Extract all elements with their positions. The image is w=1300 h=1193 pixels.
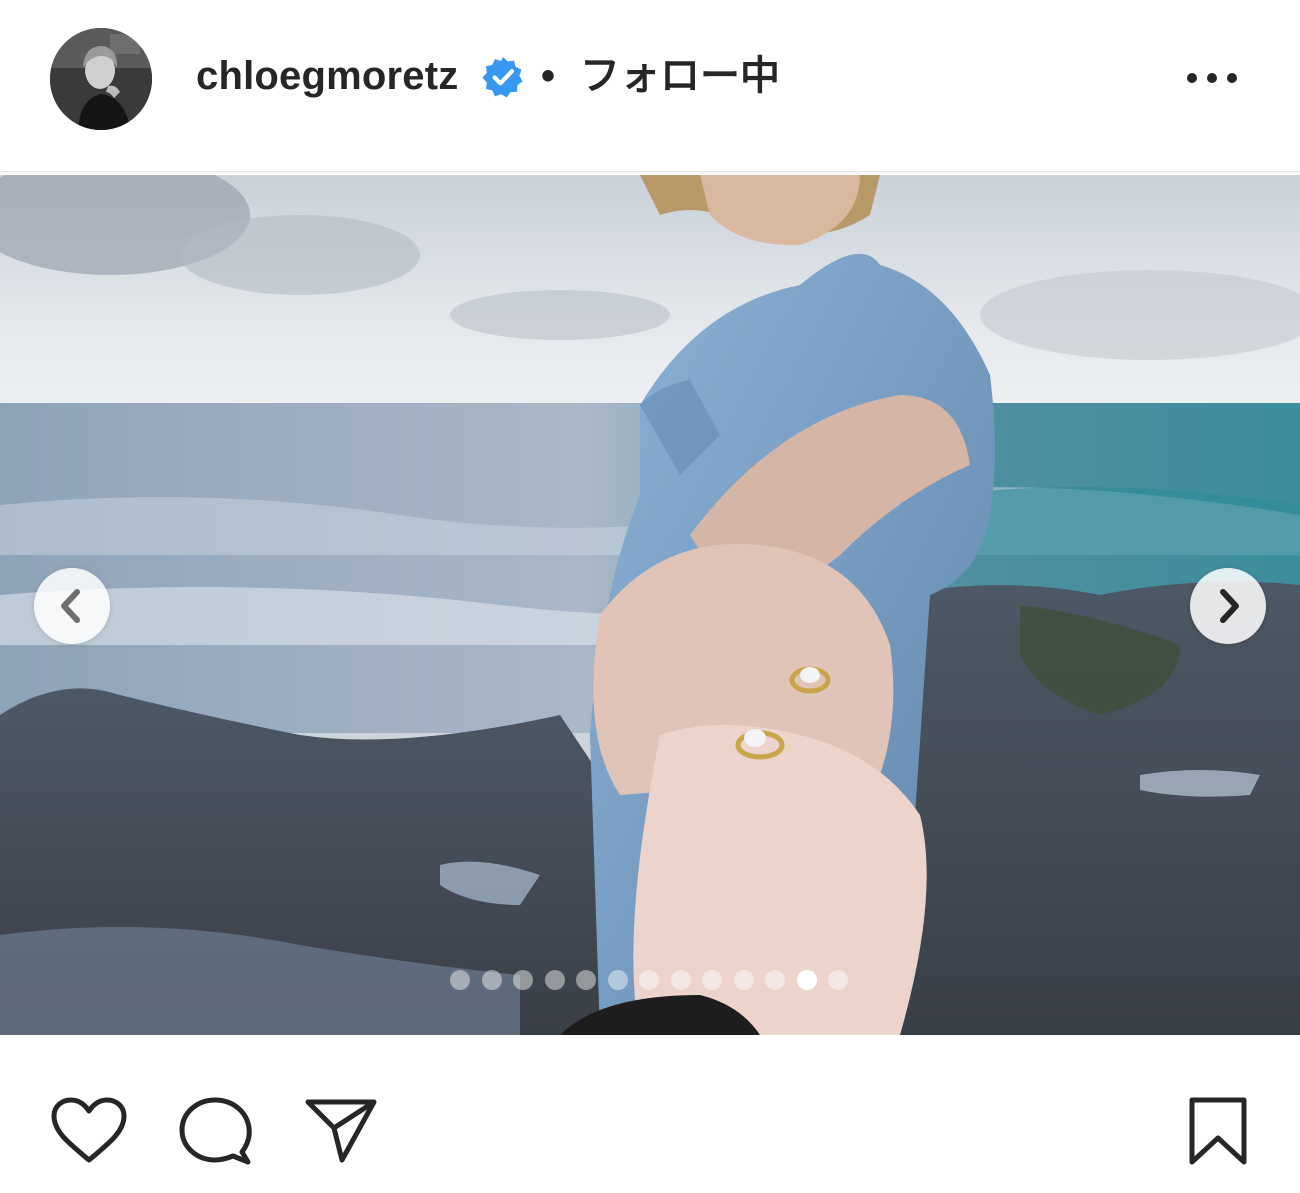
post-photo[interactable] <box>0 175 1300 1035</box>
pagination-dot <box>765 970 785 990</box>
carousel-prev-button[interactable] <box>34 568 110 644</box>
verified-badge-icon <box>482 57 523 98</box>
pagination-dot <box>544 970 565 990</box>
separator-dot: • <box>541 54 556 98</box>
send-icon[interactable] <box>304 1096 378 1164</box>
bookmark-icon[interactable] <box>1186 1096 1250 1166</box>
pagination-dot <box>576 970 596 990</box>
carousel-pagination <box>0 970 1300 992</box>
pagination-dot <box>828 970 848 990</box>
pagination-dot <box>513 970 533 990</box>
heart-icon[interactable] <box>50 1096 128 1166</box>
avatar-image <box>50 28 152 130</box>
pagination-dot-active <box>796 970 817 990</box>
photo-image <box>0 175 1300 1035</box>
pagination-dot <box>639 970 659 990</box>
follow-status-button[interactable]: フォロー中 <box>580 50 780 102</box>
more-options-icon[interactable] <box>1184 64 1240 92</box>
username[interactable]: chloegmoretz <box>196 50 458 102</box>
pagination-dot <box>607 970 628 990</box>
comment-icon[interactable] <box>178 1096 252 1168</box>
post-header: chloegmoretz • フォロー中 <box>0 0 1300 172</box>
pagination-dot <box>450 970 470 990</box>
chevron-left-icon <box>61 589 80 623</box>
pagination-dot <box>733 970 754 990</box>
pagination-dot <box>670 970 691 990</box>
carousel-next-button[interactable] <box>1190 568 1266 644</box>
pagination-dot <box>702 970 722 990</box>
chevron-right-icon <box>1220 589 1239 623</box>
avatar[interactable] <box>50 28 152 130</box>
pagination-dot <box>481 970 502 990</box>
